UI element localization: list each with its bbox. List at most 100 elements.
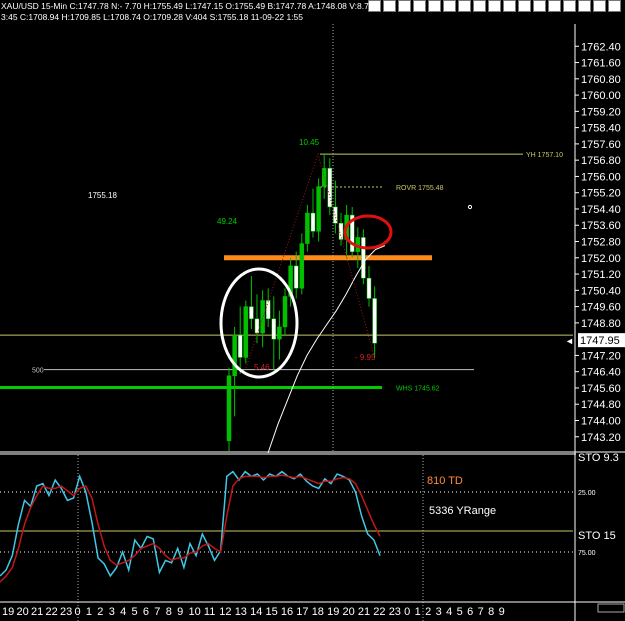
time-tick-label: 20: [17, 606, 29, 618]
chart-canvas: 1762.40 1761.60 1760.80 1760.00 1759.20 1758.…: [0, 1, 625, 621]
stoch-tick: 75.00: [578, 550, 596, 557]
candle-body: [338, 222, 344, 240]
time-tick-label: 10: [189, 606, 201, 618]
candle-body: [243, 306, 249, 358]
scroll-widget: [597, 603, 625, 613]
price-annotation: 1755.18: [88, 191, 117, 200]
candle-body: [293, 265, 299, 289]
time-tick-label: 16: [281, 606, 293, 618]
marker-dot: [467, 204, 473, 210]
time-axis: 19 20 21 22 23 0 1 2 3 4 5 6 7 8 9 10 11 12 13 14 15 16 17 18 19…: [2, 603, 625, 618]
time-tick-label: 19: [2, 606, 14, 618]
time-tick-label: 23: [60, 606, 72, 618]
price-annotation: 49.24: [217, 217, 238, 226]
annotation-yrange: 5336 YRange: [429, 505, 496, 517]
time-tick-label: 9: [499, 606, 505, 618]
time-tick-label: 2: [425, 606, 431, 618]
time-tick-label: 3: [109, 606, 115, 618]
y-tick-label: 1761.60: [581, 58, 621, 70]
annotation-td: 810 TD: [427, 475, 463, 487]
candle-body: [366, 277, 372, 299]
time-tick-label: 12: [219, 606, 231, 618]
time-tick-label: 1: [86, 606, 92, 618]
level-label: WHS 1745.62: [396, 386, 440, 393]
time-tick-label: 17: [296, 606, 308, 618]
y-tick-label: 1755.20: [581, 188, 621, 200]
header-line-2: 3:45 C:1708.94 H:1709.85 L:1708.74 O:170…: [1, 12, 303, 22]
level-label: 500: [32, 368, 44, 375]
level-label: ROVR 1755.48: [396, 185, 444, 192]
last-price-arrow: ◄: [565, 336, 574, 346]
candle-body: [260, 300, 265, 334]
y-tick-label: 1744.80: [581, 399, 621, 411]
time-tick-label: 14: [250, 606, 262, 618]
y-tick-label: 1759.20: [581, 106, 621, 118]
time-tick-label: 4: [120, 606, 126, 618]
time-tick-label: 21: [31, 606, 43, 618]
y-tick-label: 1760.80: [581, 74, 621, 86]
time-tick-label: 2: [97, 606, 103, 618]
moving-average-line: [267, 245, 386, 454]
time-tick-label: 0: [404, 606, 410, 618]
time-tick-label: 21: [358, 606, 370, 618]
time-tick-label: 23: [389, 606, 401, 618]
stoch-series-slow: [0, 474, 381, 583]
y-tick-label: 1760.00: [581, 90, 621, 102]
y-tick-label: 1743.20: [581, 432, 621, 444]
candle-body: [277, 326, 282, 340]
time-tick-label: 18: [312, 606, 324, 618]
candle-body: [361, 237, 366, 279]
price-annotation: - 9.95: [355, 353, 376, 362]
candle-body: [327, 168, 333, 208]
candle-body: [249, 306, 254, 320]
price-annotation: 10.45: [299, 138, 320, 147]
candle-body: [299, 243, 305, 289]
y-tick-label: 1749.60: [581, 302, 621, 314]
time-tick-label: 3: [436, 606, 442, 618]
time-tick-label: 11: [204, 606, 215, 618]
y-tick-label: 1751.20: [581, 269, 621, 281]
level-label: YH 1757.10: [526, 152, 563, 159]
y-tick-label: 1752.80: [581, 237, 621, 249]
time-tick-label: 20: [343, 606, 355, 618]
time-tick-label: 6: [143, 606, 149, 618]
time-tick-label: 4: [446, 606, 452, 618]
time-tick-label: 19: [327, 606, 339, 618]
time-tick-label: 0: [75, 606, 81, 618]
candle-body: [305, 212, 310, 244]
candle-body: [316, 186, 321, 232]
y-tick-label: 1748.80: [581, 318, 621, 330]
stoch-label: STO 9.3: [578, 452, 619, 464]
time-tick-label: 1: [415, 606, 421, 618]
y-tick-label: 1757.60: [581, 139, 621, 151]
time-tick-label: 7: [478, 606, 484, 618]
y-tick-label: 1762.40: [581, 41, 621, 53]
time-tick-label: 6: [467, 606, 473, 618]
y-tick-label: 1754.40: [581, 204, 621, 216]
y-tick-label: 1745.60: [581, 383, 621, 395]
last-price-label: 1747.95: [580, 335, 620, 347]
time-tick-label: 15: [266, 606, 278, 618]
time-tick-label: 5: [132, 606, 138, 618]
y-tick-label: 1756.00: [581, 171, 621, 183]
candle-body: [310, 212, 316, 232]
stochastic-panel: 25.00 75.00 STO 9.3 STO 15: [0, 451, 625, 603]
stoch-tick: 25.00: [578, 490, 596, 497]
time-tick-label: 5: [457, 606, 463, 618]
y-tick-label: 1747.20: [581, 350, 621, 362]
candle-body: [265, 300, 271, 320]
zigzag-line: [245, 152, 375, 368]
candle-body: [237, 334, 243, 358]
y-tick-label: 1744.00: [581, 415, 621, 427]
time-tick-label: 7: [154, 606, 160, 618]
candle-body: [372, 298, 377, 344]
y-tick-label: 1752.00: [581, 253, 621, 265]
header-line-1: XAU/USD 15-Min C:1747.78 N:- 7.70 H:1755…: [1, 1, 374, 11]
time-tick-label: 13: [235, 606, 247, 618]
candle-body: [271, 318, 277, 340]
time-tick-label: 8: [488, 606, 494, 618]
candle-body: [254, 318, 260, 334]
y-tick-label: 1746.40: [581, 367, 621, 379]
y-tick-label: 1750.40: [581, 285, 621, 297]
y-tick-label: 1756.80: [581, 155, 621, 167]
